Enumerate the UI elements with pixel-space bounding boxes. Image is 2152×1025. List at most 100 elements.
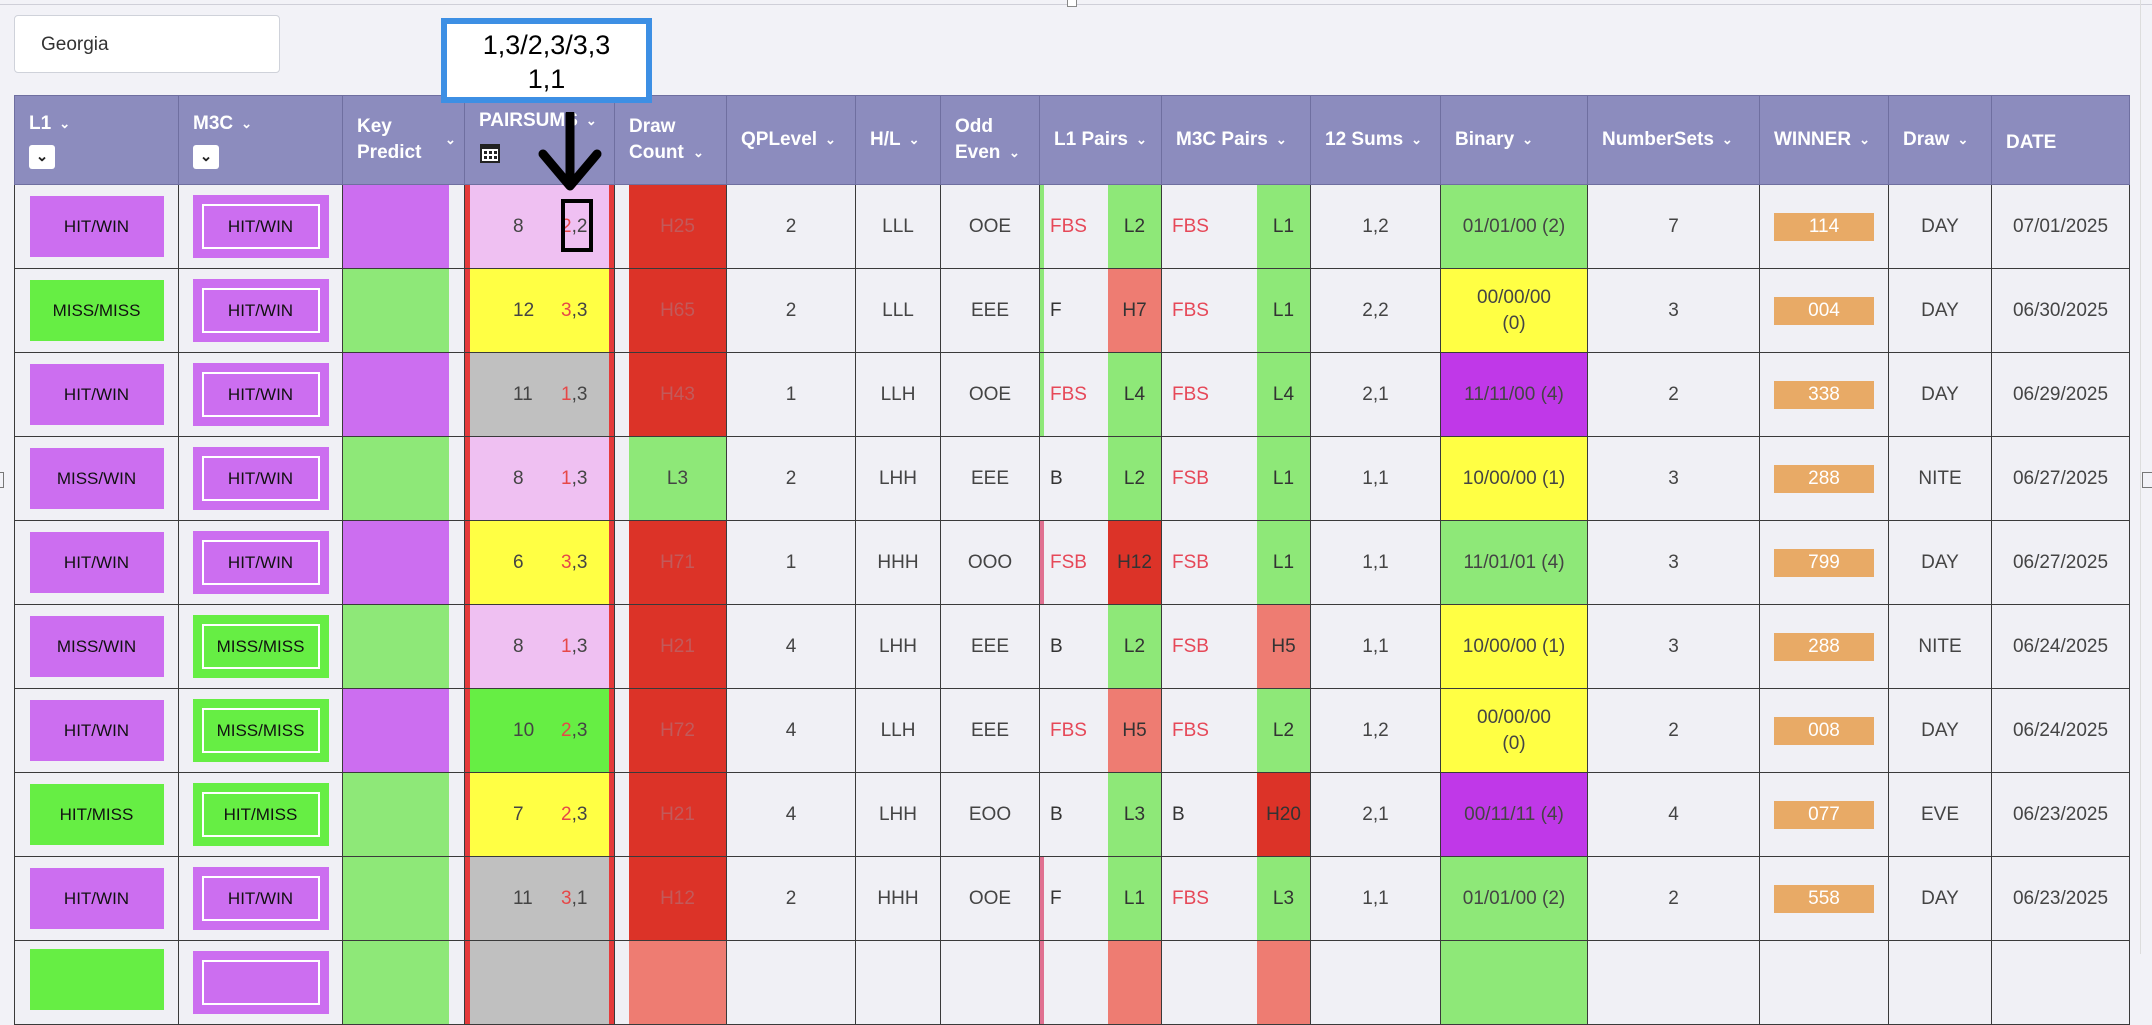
- table-row[interactable]: HIT/WIN MISS/MISS 10 2,3 H72 4 LLH EEE F…: [14, 688, 2130, 773]
- cell-hl: LHH: [855, 772, 941, 857]
- filter-dropdown-button[interactable]: ⌄: [29, 145, 55, 169]
- results-table: L1 ⌄ ⌄ M3C ⌄ ⌄ Key Predict ⌄ PAIRSUMS ⌄ Draw…: [14, 95, 2130, 1025]
- chevron-down-icon[interactable]: ⌄: [825, 127, 836, 153]
- cell-12-sums: 2,2: [1310, 268, 1441, 353]
- cell-12-sums: [1310, 940, 1441, 1025]
- chevron-down-icon[interactable]: ⌄: [445, 127, 456, 153]
- l1-status-pill[interactable]: HIT/MISS: [29, 784, 164, 845]
- state-select[interactable]: Georgia: [14, 15, 280, 73]
- cell-draw: EVE: [1888, 772, 1992, 857]
- l1-status-pill[interactable]: HIT/WIN: [29, 700, 164, 761]
- resize-handle-top[interactable]: [1067, 0, 1077, 7]
- chevron-down-icon[interactable]: ⌄: [1136, 127, 1147, 153]
- chevron-down-icon[interactable]: ⌄: [1009, 140, 1020, 166]
- m3c-pair-code: [1162, 941, 1257, 1024]
- col-header-draw-count[interactable]: Draw Count ⌄: [614, 95, 727, 185]
- cell-winner: 558: [1759, 856, 1889, 941]
- col-header-m3c-pairs[interactable]: M3C Pairs ⌄: [1161, 95, 1311, 185]
- table-row[interactable]: HIT/WIN HIT/WIN 11 3,1 H12 2 HHH OOE F L1…: [14, 856, 2130, 941]
- l1-status-pill[interactable]: HIT/WIN: [29, 532, 164, 593]
- chevron-down-icon[interactable]: ⌄: [1722, 127, 1733, 153]
- m3c-status-pill[interactable]: MISS/MISS: [192, 615, 329, 678]
- chevron-down-icon[interactable]: ⌄: [1411, 127, 1422, 153]
- chevron-down-icon[interactable]: ⌄: [1522, 127, 1533, 153]
- pairsum-pair-rest: ,3: [571, 719, 588, 741]
- m3c-status-pill[interactable]: HIT/WIN: [192, 279, 329, 342]
- table-row[interactable]: MISS/MISS HIT/WIN 12 3,3 H65 2 LLL EEE F…: [14, 268, 2130, 353]
- pairsum-pair-first: 2: [561, 719, 572, 741]
- cell-date: 06/23/2025: [1991, 856, 2130, 941]
- col-header-l1-pairs[interactable]: L1 Pairs ⌄: [1039, 95, 1162, 185]
- m3c-status-pill[interactable]: MISS/MISS: [192, 699, 329, 762]
- l1-status-pill[interactable]: HIT/WIN: [29, 196, 164, 257]
- key-predict-swatch: [343, 941, 449, 1024]
- l1-status-pill[interactable]: [29, 949, 164, 1010]
- cell-numbersets: 3: [1587, 268, 1760, 353]
- m3c-status-pill[interactable]: HIT/WIN: [192, 867, 329, 930]
- cell-qplevel: [726, 940, 856, 1025]
- cell-hl: HHH: [855, 856, 941, 941]
- cell-numbersets: 2: [1587, 688, 1760, 773]
- table-row[interactable]: HIT/WIN HIT/WIN 8 2,2 H25 2 LLL OOE FBS L…: [14, 184, 2130, 269]
- l1-status-pill[interactable]: HIT/WIN: [29, 364, 164, 425]
- chevron-down-icon[interactable]: ⌄: [241, 111, 252, 137]
- m3c-status-pill[interactable]: HIT/WIN: [192, 195, 329, 258]
- chevron-down-icon[interactable]: ⌄: [909, 127, 920, 153]
- m3c-status-pill[interactable]: [192, 951, 329, 1014]
- draw-count-value: L3: [629, 437, 726, 520]
- col-header-l1[interactable]: L1 ⌄ ⌄: [14, 95, 179, 185]
- col-header-winner[interactable]: WINNER ⌄: [1759, 95, 1889, 185]
- table-row[interactable]: HIT/MISS HIT/MISS 7 2,3 H21 4 LHH EOO BL…: [14, 772, 2130, 857]
- table-row[interactable]: MISS/WIN MISS/MISS 8 1,3 H21 4 LHH EEE B…: [14, 604, 2130, 689]
- resize-handle-right[interactable]: [2142, 472, 2152, 488]
- cell-pairsums: 8 1,3: [464, 604, 615, 689]
- m3c-status-pill[interactable]: HIT/WIN: [192, 447, 329, 510]
- col-header-draw[interactable]: Draw ⌄: [1888, 95, 1992, 185]
- table-row[interactable]: MISS/WIN HIT/WIN 8 1,3 L3 2 LHH EEE B L2 …: [14, 436, 2130, 521]
- cell-draw-count: L3: [614, 436, 727, 521]
- col-header-hl[interactable]: H/L ⌄: [855, 95, 941, 185]
- l1-status-pill[interactable]: MISS/WIN: [29, 448, 164, 509]
- col-label-key-predict: Key Predict: [357, 116, 422, 163]
- cell-draw-count: H71: [614, 520, 727, 605]
- l1-status-pill[interactable]: MISS/WIN: [29, 616, 164, 677]
- col-header-qplevel[interactable]: QPLevel ⌄: [726, 95, 856, 185]
- chevron-down-icon[interactable]: ⌄: [1957, 127, 1968, 153]
- chevron-down-icon[interactable]: ⌄: [59, 111, 70, 137]
- table-row[interactable]: [14, 940, 2130, 1025]
- winner-badge: 799: [1774, 548, 1874, 577]
- chevron-down-icon[interactable]: ⌄: [1859, 127, 1870, 153]
- cell-qplevel: 4: [726, 688, 856, 773]
- col-header-binary[interactable]: Binary ⌄: [1440, 95, 1588, 185]
- col-label-m3c-pairs: M3C Pairs: [1176, 129, 1268, 150]
- cell-qplevel: 2: [726, 268, 856, 353]
- cell-numbersets: 2: [1587, 352, 1760, 437]
- pairsum-value: 7: [513, 803, 524, 825]
- cell-m3c: HIT/WIN: [178, 520, 343, 605]
- col-header-m3c[interactable]: M3C ⌄ ⌄: [178, 95, 343, 185]
- chevron-down-icon[interactable]: ⌄: [1276, 127, 1287, 153]
- pairsum-pair-first: 1: [561, 467, 572, 489]
- cell-l1: HIT/WIN: [14, 352, 179, 437]
- cell-draw: DAY: [1888, 184, 1992, 269]
- table-row[interactable]: HIT/WIN HIT/WIN 6 3,3 H71 1 HHH OOO FSB H…: [14, 520, 2130, 605]
- filter-dropdown-button[interactable]: ⌄: [193, 145, 219, 169]
- m3c-status-pill[interactable]: HIT/MISS: [192, 783, 329, 846]
- resize-handle-left[interactable]: [0, 472, 4, 488]
- col-header-odd-even[interactable]: Odd Even ⌄: [940, 95, 1040, 185]
- l1-status-pill[interactable]: MISS/MISS: [29, 280, 164, 341]
- m3c-pair-level: L1: [1257, 437, 1310, 520]
- col-header-12-sums[interactable]: 12 Sums ⌄: [1310, 95, 1441, 185]
- col-label-l1: L1: [29, 113, 52, 134]
- cell-draw-count: [614, 940, 727, 1025]
- cell-draw: DAY: [1888, 856, 1992, 941]
- table-row[interactable]: HIT/WIN HIT/WIN 11 1,3 H43 1 LLH OOE FBS…: [14, 352, 2130, 437]
- chevron-down-icon[interactable]: ⌄: [693, 140, 704, 166]
- m3c-status-pill[interactable]: HIT/WIN: [192, 363, 329, 426]
- col-header-numbersets[interactable]: NumberSets ⌄: [1587, 95, 1760, 185]
- m3c-status-pill[interactable]: HIT/WIN: [192, 531, 329, 594]
- calendar-icon[interactable]: [479, 142, 501, 164]
- col-header-key-predict[interactable]: Key Predict ⌄: [342, 95, 465, 185]
- l1-status-pill[interactable]: HIT/WIN: [29, 868, 164, 929]
- winner-badge: 288: [1774, 632, 1874, 661]
